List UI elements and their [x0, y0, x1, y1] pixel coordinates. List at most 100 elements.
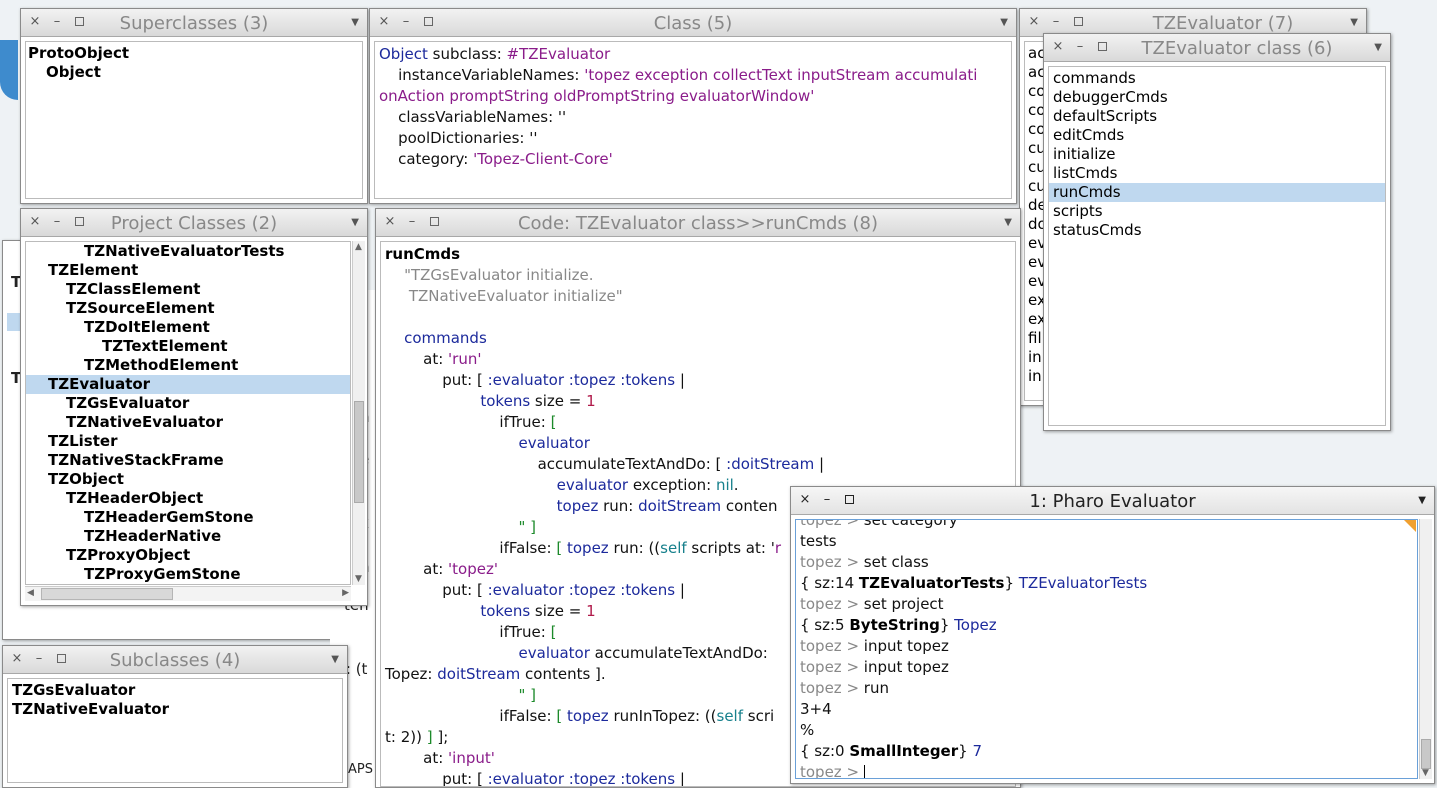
class-tree-item[interactable]: TZHeaderGemStone — [26, 508, 350, 527]
window-title: TZEvaluator (7) — [1152, 13, 1294, 34]
title-bar[interactable]: × – 1: Pharo Evaluator ▼ — [791, 487, 1434, 515]
class-tree-item[interactable]: TZProxyObject — [26, 546, 350, 565]
title-bar[interactable]: × – TZEvaluator class (6) ▼ — [1044, 34, 1390, 62]
title-bar[interactable]: × – Class (5) ▼ — [370, 9, 1016, 37]
list-item[interactable]: TZNativeEvaluator — [12, 700, 342, 719]
code-line: accumulateTextAndDo: [ :doitStream | — [385, 454, 1015, 475]
code-token: [ — [556, 707, 567, 725]
title-bar[interactable]: × – Code: TZEvaluator class>>runCmds (8)… — [376, 209, 1020, 237]
method-item[interactable]: debuggerCmds — [1049, 88, 1385, 107]
class-tree-item[interactable]: TZSourceElement — [26, 299, 350, 318]
window-menu-icon[interactable]: ▼ — [1350, 17, 1358, 28]
code-token: input topez — [863, 658, 949, 676]
list-item[interactable]: TZGsEvaluator — [12, 681, 342, 700]
code-line: topez > set class — [800, 552, 1417, 573]
class-tree-item[interactable]: TZTextElement — [26, 337, 350, 356]
window-menu-icon[interactable]: ▼ — [351, 217, 359, 228]
scroll-thumb[interactable] — [354, 401, 364, 503]
list-item[interactable]: ProtoObject — [28, 44, 362, 63]
scroll-left-icon[interactable]: ◀ — [27, 588, 34, 598]
code-line: poolDictionaries: '' — [379, 128, 1011, 149]
scroll-thumb[interactable] — [41, 588, 173, 600]
window-menu-icon[interactable]: ▼ — [1374, 42, 1382, 53]
window-menu-icon[interactable]: ▼ — [1004, 217, 1012, 228]
class-tree-item[interactable]: TZGsEvaluator — [26, 394, 350, 413]
code-token: topez > — [800, 763, 864, 779]
title-bar[interactable]: × – Superclasses (3) ▼ — [21, 9, 367, 37]
code-line: "TZGsEvaluator initialize. — [385, 265, 1015, 286]
code-token: self — [716, 707, 744, 725]
scroll-up-icon[interactable]: ▲ — [355, 242, 362, 252]
code-token: size = — [530, 392, 587, 410]
code-token: evaluator — [556, 476, 629, 494]
code-token: size = — [530, 602, 587, 620]
code-token: runCmds — [385, 245, 461, 263]
method-item[interactable]: initialize — [1049, 145, 1385, 164]
class-tree-item[interactable]: TZProxyGemStone — [26, 565, 350, 584]
method-item[interactable]: defaultScripts — [1049, 107, 1385, 126]
vertical-scrollbar[interactable]: ▲ ▼ — [352, 241, 365, 585]
vertical-scrollbar[interactable]: ▼ — [1419, 519, 1432, 779]
code-token: ]; — [432, 728, 449, 746]
code-line: topez > input topez — [800, 636, 1417, 657]
close-icon[interactable]: × — [1050, 39, 1066, 55]
title-bar[interactable]: × – Project Classes (2) ▼ — [21, 209, 367, 237]
minimize-icon[interactable]: – — [1048, 14, 1064, 30]
class-tree-item[interactable]: TZObject — [26, 470, 350, 489]
method-item[interactable]: statusCmds — [1049, 221, 1385, 240]
scroll-down-icon[interactable]: ▼ — [1422, 768, 1429, 778]
window-menu-icon[interactable]: ▼ — [1418, 495, 1426, 506]
class-hierarchy-tree[interactable]: TZNativeEvaluatorTests TZElement TZClassEl… — [25, 241, 351, 585]
class-tree-item[interactable]: TZProxyNativ... — [26, 584, 350, 585]
method-item[interactable]: commands — [1049, 69, 1385, 88]
code-token: } — [958, 742, 973, 760]
close-icon[interactable]: × — [1026, 14, 1042, 30]
class-tree-item[interactable]: TZElement — [26, 261, 350, 280]
code-token: accumulateTextAndDo: [ — [385, 455, 727, 473]
code-token: run: — [598, 497, 639, 515]
code-token: evaluator — [518, 644, 590, 662]
class-tree-item[interactable]: TZNativeEvaluatorTests — [26, 242, 350, 261]
class-tree-item[interactable]: TZDoItElement — [26, 318, 350, 337]
code-token: " ] — [385, 518, 537, 536]
window-menu-icon[interactable]: ▼ — [351, 17, 359, 28]
scroll-down-icon[interactable]: ▼ — [355, 574, 362, 584]
code-line: topez > input topez — [800, 657, 1417, 678]
class-tree-item[interactable]: TZClassElement — [26, 280, 350, 299]
class-method-list[interactable]: commands debuggerCmds defaultScripts editCm… — [1048, 66, 1386, 426]
evaluator-transcript[interactable]: topez > set category tests topez > set cla… — [795, 519, 1418, 779]
method-item[interactable]: listCmds — [1049, 164, 1385, 183]
list-item[interactable]: Object — [28, 63, 362, 82]
scroll-thumb[interactable] — [1421, 739, 1431, 769]
code-token: [ — [556, 539, 567, 557]
method-item[interactable]: editCmds — [1049, 126, 1385, 145]
class-tree-item[interactable]: TZHeaderNative — [26, 527, 350, 546]
class-tree-item[interactable]: TZNativeStackFrame — [26, 451, 350, 470]
code-line: tokens size = 1 — [385, 391, 1015, 412]
code-token: 'run' — [448, 350, 482, 368]
class-tree-item[interactable]: TZNativeEvaluator — [26, 413, 350, 432]
superclasses-list[interactable]: ProtoObject Object — [25, 41, 363, 199]
class-tree-item[interactable]: TZMethodElement — [26, 356, 350, 375]
code-token: input topez — [863, 637, 949, 655]
horizontal-scrollbar[interactable]: ◀ ▶ — [25, 586, 351, 601]
class-tree-item[interactable]: TZHeaderObject — [26, 489, 350, 508]
code-token: onAction promptString oldPromptString ev… — [379, 87, 815, 105]
scroll-right-icon[interactable]: ▶ — [342, 588, 349, 598]
code-token: classVariableNames: '' — [379, 108, 567, 126]
title-bar[interactable]: × – Subclasses (4) ▼ — [3, 646, 347, 674]
window-title: Subclasses (4) — [109, 650, 241, 671]
class-tree-item[interactable]: TZLister — [26, 432, 350, 451]
method-item[interactable]: runCmds — [1049, 183, 1385, 202]
method-item[interactable]: scripts — [1049, 202, 1385, 221]
class-definition-text[interactable]: Object subclass: #TZEvaluator instanceVa… — [374, 41, 1012, 199]
code-line: topez > set project — [800, 594, 1417, 615]
window-menu-icon[interactable]: ▼ — [1000, 17, 1008, 28]
subclasses-list[interactable]: TZGsEvaluator TZNativeEvaluator — [7, 678, 343, 783]
class-tree-item[interactable]: TZEvaluator — [26, 375, 350, 394]
window-menu-icon[interactable]: ▼ — [331, 654, 339, 665]
code-line: runCmds — [385, 244, 1015, 265]
code-token: ifFalse: — [385, 707, 557, 725]
